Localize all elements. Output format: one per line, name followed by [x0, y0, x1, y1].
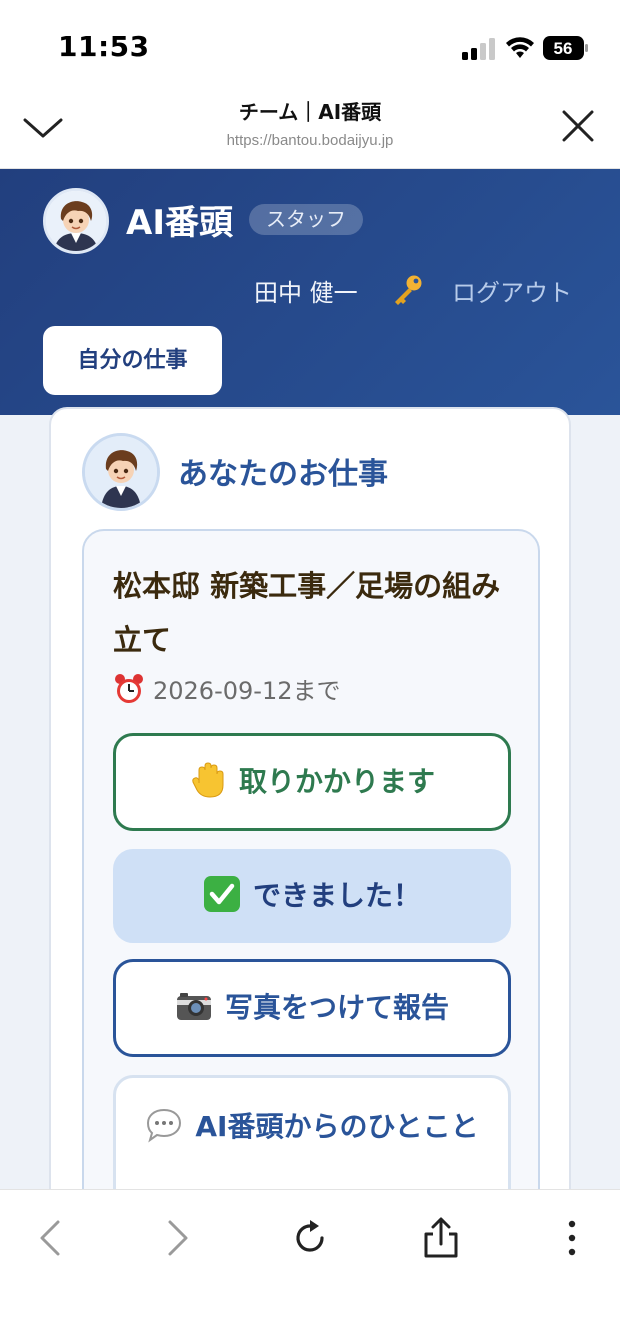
more-icon[interactable]: [550, 1216, 594, 1260]
wifi-icon: [506, 37, 534, 58]
raised-hand-icon: [192, 762, 224, 798]
done-button[interactable]: できました！: [113, 849, 511, 943]
forward-icon[interactable]: [156, 1216, 200, 1260]
ai-comment-label: AI番頭からのひとこと: [195, 1110, 479, 1143]
status-time: 11:53: [58, 30, 150, 63]
done-label: できました！: [252, 879, 421, 912]
reload-icon[interactable]: [288, 1216, 332, 1260]
jobs-card: あなたのお仕事 松本邸 新築工事／足場の組み立て 2026-09-12まで 取り…: [49, 407, 571, 1289]
card-title: あなたのお仕事: [178, 457, 388, 492]
page-title: チーム｜AI番頭: [238, 100, 382, 124]
camera-icon: [176, 993, 211, 1020]
cellular-signal-icon: [462, 38, 495, 60]
app-name: AI番頭: [126, 203, 233, 243]
key-icon: [395, 275, 422, 305]
status-bar: 11:53 56: [0, 0, 620, 92]
task-deadline: 2026-09-12まで: [113, 671, 340, 706]
user-name: 田中 健一: [254, 279, 358, 307]
close-icon[interactable]: [560, 108, 596, 144]
photo-report-button[interactable]: 写真をつけて報告: [113, 959, 511, 1057]
role-badge: スタッフ: [249, 204, 363, 235]
page-url: https://bantou.bodaijyu.jp: [226, 132, 394, 149]
screen: { "status_bar": { "time": "11:53", "batt…: [0, 0, 620, 1343]
assistant-avatar: [82, 433, 160, 511]
check-mark-icon: [203, 876, 240, 912]
start-task-label: 取りかかります: [238, 765, 435, 798]
browser-toolbar: [0, 1189, 620, 1343]
browser-header: チーム｜AI番頭 https://bantou.bodaijyu.jp: [0, 92, 620, 169]
photo-report-label: 写真をつけて報告: [224, 991, 449, 1024]
tab-my-jobs[interactable]: 自分の仕事: [43, 326, 222, 395]
battery-icon: 56: [543, 36, 588, 60]
start-task-button[interactable]: 取りかかります: [113, 733, 511, 831]
avatar: [43, 188, 109, 254]
share-icon[interactable]: [419, 1216, 463, 1260]
app-header: AI番頭 スタッフ 田中 健一 ログアウト 自分の仕事: [0, 169, 620, 415]
speech-bubble-icon: [147, 1108, 182, 1143]
deadline-text: 2026-09-12まで: [153, 677, 341, 705]
task-item: 松本邸 新築工事／足場の組み立て 2026-09-12まで 取りかかります でき…: [82, 529, 540, 1289]
back-icon[interactable]: [28, 1216, 72, 1260]
battery-level: 56: [554, 39, 573, 58]
logout-link[interactable]: ログアウト: [452, 273, 572, 308]
alarm-clock-icon: [115, 674, 143, 703]
task-title: 松本邸 新築工事／足場の組み立て: [113, 569, 501, 657]
